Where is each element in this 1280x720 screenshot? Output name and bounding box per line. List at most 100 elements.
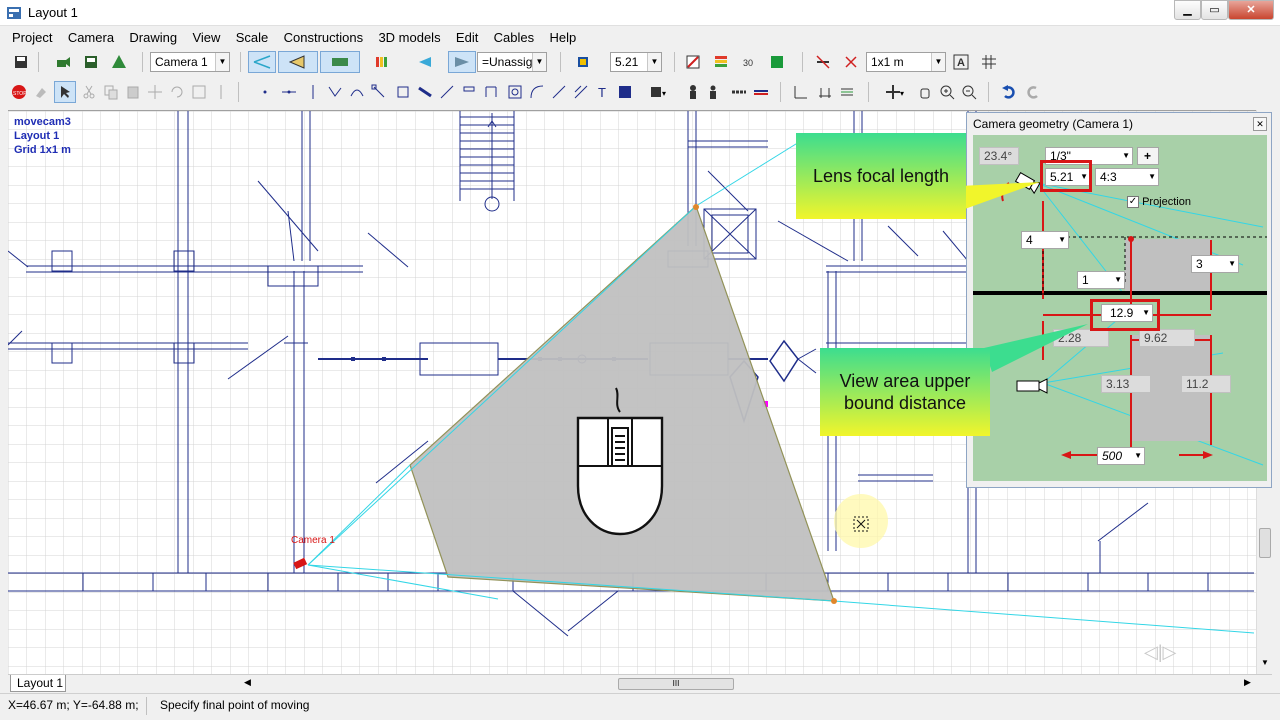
scroll-left-icon[interactable]: ◀ [244, 677, 251, 688]
dim-icon[interactable] [436, 81, 458, 103]
copy-icon[interactable] [100, 81, 122, 103]
color-scale-icon[interactable] [710, 51, 732, 73]
fov-mode-icon[interactable] [248, 51, 276, 73]
undo-icon[interactable] [998, 81, 1020, 103]
rotate-icon[interactable] [166, 81, 188, 103]
near-distance-field: 3.13 [1101, 375, 1151, 393]
menu-edit[interactable]: Edit [450, 28, 484, 47]
add-camera-icon[interactable] [52, 51, 74, 73]
menu-help[interactable]: Help [543, 28, 582, 47]
stairs-icon[interactable] [548, 81, 570, 103]
lower-distance-select[interactable]: 1 ▼ [1077, 271, 1125, 289]
cable-red-icon[interactable] [750, 81, 772, 103]
menu-scale[interactable]: Scale [230, 28, 275, 47]
panel-close-button[interactable]: ✕ [1253, 117, 1267, 131]
grid-green-icon[interactable] [766, 51, 788, 73]
pan-cross-icon[interactable]: ▾ [878, 81, 912, 103]
cut-icon[interactable] [78, 81, 100, 103]
camera-select[interactable]: Camera 1 ▼ [150, 52, 230, 72]
view-zone-icon[interactable] [278, 51, 318, 73]
focal-length-select[interactable]: 5.21 ▼ [610, 52, 662, 72]
group-select[interactable]: =Unassigne ▼ [477, 52, 547, 72]
paste-icon[interactable] [122, 81, 144, 103]
close-button[interactable]: ✕ [1228, 0, 1274, 20]
maximize-button[interactable]: ▭ [1201, 0, 1228, 20]
polyline-icon[interactable] [324, 81, 346, 103]
menu-camera[interactable]: Camera [62, 28, 120, 47]
no-object-icon[interactable] [812, 51, 834, 73]
menu-project[interactable]: Project [6, 28, 58, 47]
aspect-select[interactable]: 4:3 ▼ [1095, 168, 1159, 186]
measure-2-icon[interactable] [814, 81, 836, 103]
height-select[interactable]: 4 ▼ [1021, 231, 1069, 249]
camera-tree-icon[interactable] [108, 51, 130, 73]
menu-drawing[interactable]: Drawing [123, 28, 183, 47]
window-icon[interactable] [480, 81, 502, 103]
pixel-density-icon[interactable] [682, 51, 704, 73]
cable-icon[interactable] [728, 81, 750, 103]
save-camera-icon[interactable] [80, 51, 102, 73]
menu-3d-models[interactable]: 3D models [372, 28, 446, 47]
hatch-icon[interactable] [570, 81, 592, 103]
clear-icon[interactable] [840, 51, 862, 73]
menu-cables[interactable]: Cables [488, 28, 540, 47]
zoom-out-icon[interactable] [958, 81, 980, 103]
hand-icon[interactable] [914, 81, 936, 103]
3d-model-icon[interactable]: ▾ [640, 81, 676, 103]
door-icon[interactable] [458, 81, 480, 103]
projection-checkbox[interactable]: ✓ Projection [1127, 196, 1191, 209]
projection-icon[interactable] [320, 51, 360, 73]
grid-size-value: 1x1 m [871, 55, 904, 69]
chevron-down-icon: ▼ [532, 53, 546, 71]
measure-3-icon[interactable] [836, 81, 858, 103]
rotate-text-icon[interactable]: 30 [738, 51, 760, 73]
text-tool-icon[interactable]: T [592, 81, 614, 103]
add-lens-button[interactable]: + [1137, 147, 1159, 165]
arc-icon[interactable] [526, 81, 548, 103]
move-icon[interactable] [144, 81, 166, 103]
svg-text:T: T [598, 85, 606, 100]
zoom-in-icon[interactable] [936, 81, 958, 103]
grid-icon[interactable] [978, 51, 1000, 73]
vertical-scroll-thumb[interactable] [1259, 528, 1271, 558]
horizontal-scroll-thumb[interactable]: III [618, 678, 734, 690]
svg-text:▾: ▾ [662, 89, 666, 98]
camera-dir-icon[interactable] [410, 51, 444, 73]
color-zones-icon[interactable] [368, 51, 402, 73]
cone-icon[interactable] [448, 51, 476, 73]
fill-icon[interactable] [614, 81, 636, 103]
wall-icon[interactable] [414, 81, 436, 103]
save-icon[interactable] [10, 51, 32, 73]
lens-icon[interactable] [572, 51, 594, 73]
title-bar: Layout 1 ▁ ▭ ✕ [0, 0, 1280, 26]
redo-icon[interactable] [1022, 81, 1044, 103]
scale-icon[interactable] [188, 81, 210, 103]
node-icon[interactable] [368, 81, 390, 103]
upper-height-select[interactable]: 3 ▼ [1191, 255, 1239, 273]
minimize-button[interactable]: ▁ [1174, 0, 1201, 20]
vertical-line-icon[interactable] [302, 81, 324, 103]
stop-icon[interactable]: STOP [8, 81, 30, 103]
rectangle-icon[interactable] [392, 81, 414, 103]
grid-size-select[interactable]: 1x1 m ▼ [866, 52, 946, 72]
resolution-select[interactable]: 500 ▼ [1097, 447, 1145, 465]
menu-constructions[interactable]: Constructions [278, 28, 369, 47]
point-icon[interactable] [254, 81, 276, 103]
scroll-right-icon[interactable]: ▶ [1244, 677, 1251, 688]
measure-icon[interactable] [790, 81, 812, 103]
layout-tab[interactable]: Layout 1 [10, 675, 66, 692]
canvas-nav-icon[interactable]: ◁|▷ [1144, 642, 1176, 663]
people-icon[interactable] [704, 81, 726, 103]
mouse-icon [576, 387, 664, 536]
person-icon[interactable] [682, 81, 704, 103]
curve-icon[interactable] [346, 81, 368, 103]
mirror-icon[interactable] [210, 81, 232, 103]
menu-view[interactable]: View [186, 28, 226, 47]
circle-icon[interactable] [504, 81, 526, 103]
eraser-icon[interactable] [30, 81, 52, 103]
chevron-down-icon: ▼ [1148, 172, 1156, 181]
text-a-icon[interactable]: A [950, 51, 972, 73]
select-arrow-icon[interactable] [54, 81, 76, 103]
height-value: 4 [1026, 233, 1033, 247]
line-icon[interactable] [278, 81, 300, 103]
